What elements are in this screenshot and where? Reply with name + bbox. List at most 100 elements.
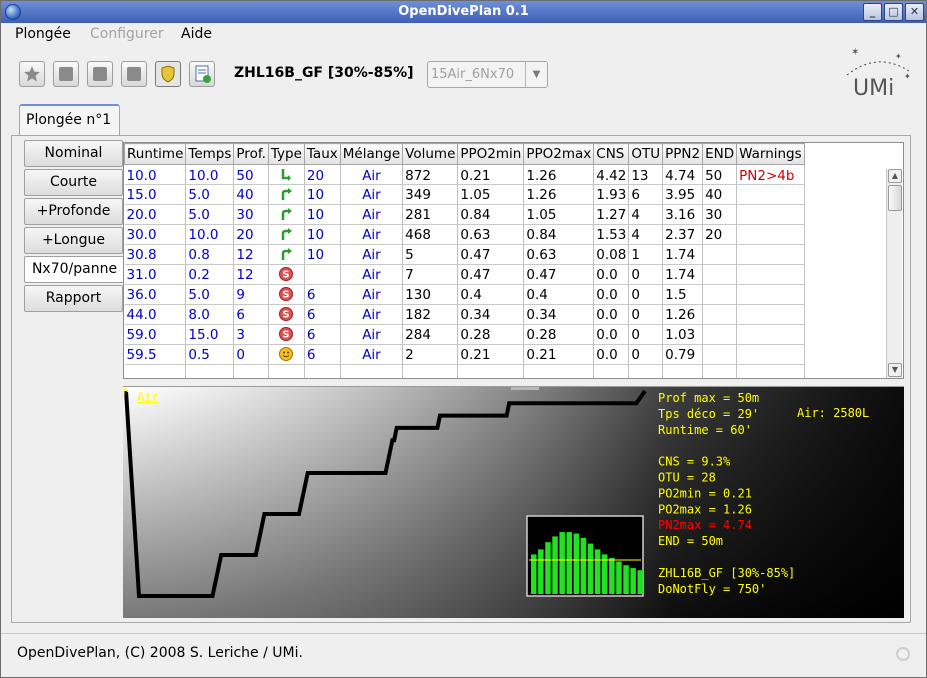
column-header[interactable]: Warnings <box>736 143 805 165</box>
cell-prof[interactable]: 40 <box>233 184 269 205</box>
table-row[interactable]: 59.5 0.5 0 6 Air 2 0.21 0.21 0.0 0 0.79 <box>124 344 805 365</box>
cell-temps[interactable]: 0.2 <box>185 264 235 285</box>
copy-plan-button[interactable] <box>53 61 79 87</box>
cell-melange[interactable]: Air <box>340 244 404 265</box>
table-row[interactable]: 30.0 10.0 20 10 Air 468 0.63 0.84 1.53 4 2.37 20 <box>124 224 805 245</box>
cell-otu[interactable]: 0 <box>628 264 664 285</box>
cell-melange[interactable]: Air <box>340 164 404 185</box>
menu-aide[interactable]: Aide <box>181 26 212 42</box>
cell-cns[interactable]: 0.0 <box>593 264 630 285</box>
scroll-up-arrow-icon[interactable]: ▲ <box>888 169 902 183</box>
cell-prof[interactable]: 9 <box>233 284 269 305</box>
cell-temps[interactable]: 5.0 <box>185 184 235 205</box>
cell-prof[interactable]: 6 <box>233 304 269 325</box>
cell-end[interactable]: 40 <box>702 184 738 205</box>
star-button[interactable] <box>19 61 45 87</box>
cell-taux[interactable]: 6 <box>304 324 341 345</box>
cell-end[interactable] <box>702 324 738 345</box>
cell-taux[interactable]: 6 <box>304 284 341 305</box>
cell-type[interactable] <box>268 204 305 225</box>
variant-nx70-panne-button[interactable]: Nx70/panne <box>24 256 124 283</box>
cell-volume[interactable]: 5 <box>402 244 459 265</box>
menu-plongee[interactable]: Plongée <box>15 26 71 42</box>
cell-volume[interactable]: 281 <box>402 204 459 225</box>
cell-type[interactable]: S <box>268 324 305 345</box>
cell-ppo2max[interactable]: 0.47 <box>523 264 595 285</box>
cell-melange[interactable]: Air <box>340 184 404 205</box>
cell-ppo2max[interactable]: 1.26 <box>523 184 595 205</box>
cell-temps[interactable]: 0.5 <box>185 344 235 365</box>
cell-otu[interactable]: 0 <box>628 304 664 325</box>
cell-otu[interactable]: 13 <box>628 164 664 185</box>
tab-plongee-1[interactable]: Plongée n°1 <box>19 104 120 136</box>
cell-warn[interactable] <box>736 304 805 325</box>
cell-ppn2[interactable]: 4.74 <box>662 164 704 185</box>
cell-ppo2min[interactable]: 0.34 <box>457 304 525 325</box>
cell-temps[interactable]: 5.0 <box>185 284 235 305</box>
cell-ppo2max[interactable]: 1.05 <box>523 204 595 225</box>
cell-ppo2max[interactable]: 0.4 <box>523 284 595 305</box>
cell-runtime[interactable]: 15.0 <box>124 184 187 205</box>
table-row[interactable]: 20.0 5.0 30 10 Air 281 0.84 1.05 1.27 4 3.16 30 <box>124 204 805 225</box>
table-row[interactable]: 31.0 0.2 12 S Air 7 0.47 0.47 0.0 0 1.74 <box>124 264 805 285</box>
cell-end[interactable]: 50 <box>702 164 738 185</box>
cell-ppo2min[interactable]: 0.84 <box>457 204 525 225</box>
cell-melange[interactable]: Air <box>340 264 404 285</box>
cell-taux[interactable] <box>304 264 341 285</box>
column-header[interactable]: Runtime <box>124 143 187 165</box>
cell-prof[interactable]: 20 <box>233 224 269 245</box>
variant-rapport-button[interactable]: Rapport <box>24 285 123 312</box>
cell-type[interactable] <box>268 224 305 245</box>
cell-melange[interactable]: Air <box>340 284 404 305</box>
column-header[interactable]: END <box>702 143 738 165</box>
cell-runtime[interactable]: 30.8 <box>124 244 187 265</box>
cell-temps[interactable]: 0.8 <box>185 244 235 265</box>
column-header[interactable]: Volume <box>402 143 459 165</box>
column-header[interactable]: PPN2 <box>662 143 704 165</box>
cell-runtime[interactable]: 30.0 <box>124 224 187 245</box>
table-scrollbar[interactable]: ▲ ▼ <box>886 169 902 378</box>
cell-otu[interactable]: 6 <box>628 184 664 205</box>
cell-cns[interactable]: 0.08 <box>593 244 630 265</box>
cell-prof[interactable]: 12 <box>233 244 269 265</box>
cell-ppo2min[interactable]: 0.21 <box>457 344 525 365</box>
cell-ppo2max[interactable]: 0.21 <box>523 344 595 365</box>
cell-ppo2max[interactable]: 0.28 <box>523 324 595 345</box>
minimize-button[interactable]: _ <box>863 3 882 21</box>
cell-runtime[interactable]: 59.5 <box>124 344 187 365</box>
cell-ppn2[interactable]: 0.79 <box>662 344 704 365</box>
cell-end[interactable] <box>702 264 738 285</box>
cell-otu[interactable]: 0 <box>628 284 664 305</box>
cell-runtime[interactable]: 10.0 <box>124 164 187 185</box>
cell-type[interactable] <box>268 164 305 185</box>
column-header[interactable]: Prof. <box>233 143 269 165</box>
cell-warn[interactable] <box>736 324 805 345</box>
cell-ppo2min[interactable]: 0.4 <box>457 284 525 305</box>
shield-button[interactable] <box>155 61 181 87</box>
variant-nominal-button[interactable]: Nominal <box>24 140 123 167</box>
cell-warn[interactable] <box>736 184 805 205</box>
cell-end[interactable]: 20 <box>702 224 738 245</box>
cell-taux[interactable]: 6 <box>304 344 341 365</box>
cell-ppo2min[interactable]: 0.63 <box>457 224 525 245</box>
cell-ppo2min[interactable]: 1.05 <box>457 184 525 205</box>
cell-ppo2min[interactable]: 0.28 <box>457 324 525 345</box>
cell-melange[interactable]: Air <box>340 224 404 245</box>
cell-type[interactable]: S <box>268 264 305 285</box>
cell-warn[interactable] <box>736 224 805 245</box>
column-header[interactable]: OTU <box>628 143 664 165</box>
cell-taux[interactable]: 10 <box>304 244 341 265</box>
splitter-handle[interactable] <box>511 387 539 390</box>
cell-temps[interactable]: 5.0 <box>185 204 235 225</box>
cell-otu[interactable]: 1 <box>628 244 664 265</box>
table-row[interactable]: 15.0 5.0 40 10 Air 349 1.05 1.26 1.93 6 3.95 40 <box>124 184 805 205</box>
cell-ppo2min[interactable]: 0.21 <box>457 164 525 185</box>
cell-type[interactable]: S <box>268 284 305 305</box>
cell-ppo2max[interactable]: 0.84 <box>523 224 595 245</box>
cell-ppn2[interactable]: 3.95 <box>662 184 704 205</box>
cell-melange[interactable]: Air <box>340 344 404 365</box>
cell-melange[interactable]: Air <box>340 324 404 345</box>
cell-cns[interactable]: 4.42 <box>593 164 630 185</box>
cell-volume[interactable]: 872 <box>402 164 459 185</box>
column-header[interactable]: Mélange <box>339 143 404 165</box>
